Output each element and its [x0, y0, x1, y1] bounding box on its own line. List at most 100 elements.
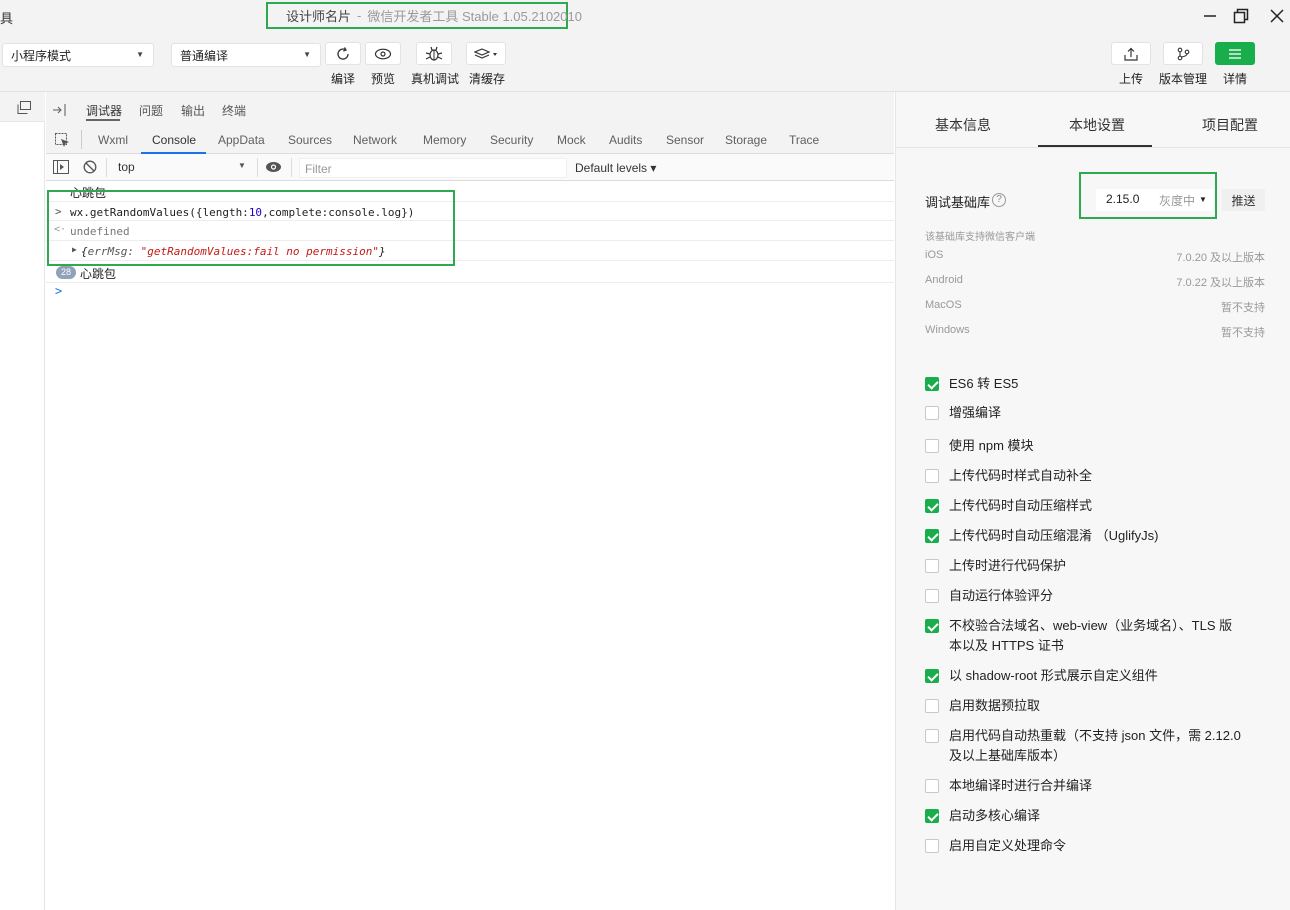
mode-select-value: 小程序模式 — [11, 48, 72, 63]
window-title: 设计师名片 - 微信开发者工具 Stable 1.05.2102010 — [266, 2, 582, 29]
tab-project-config[interactable]: 项目配置 — [1202, 115, 1258, 135]
layers-icon — [474, 47, 497, 59]
checkbox[interactable] — [925, 669, 939, 683]
app-title: 微信开发者工具 Stable 1.05.2102010 — [367, 9, 582, 24]
chevron-down-icon: ▼ — [303, 50, 311, 59]
preview-label: 预览 — [370, 72, 395, 86]
console-caret[interactable]: > — [55, 284, 62, 298]
push-button[interactable]: 推送 — [1222, 189, 1265, 211]
toolbar-divider — [291, 158, 292, 177]
support-row: MacOS 暂不支持 — [925, 299, 1265, 314]
checkbox[interactable] — [925, 699, 939, 713]
toolbar-divider — [81, 130, 82, 149]
preview-button[interactable] — [365, 42, 401, 65]
menu-icon — [1229, 48, 1241, 59]
support-row: Android 7.0.22 及以上版本 — [925, 274, 1265, 289]
checkbox[interactable] — [925, 406, 939, 420]
compile-select[interactable]: 普通编译 ▼ — [171, 43, 321, 67]
checkbox[interactable] — [925, 469, 939, 483]
version-manage-label: 版本管理 — [1158, 72, 1207, 86]
checkbox[interactable] — [925, 439, 939, 453]
support-title: 该基础库支持微信客户端 — [925, 232, 1035, 243]
tab-sensor[interactable]: Sensor — [666, 133, 704, 147]
inspect-element-icon[interactable] — [55, 133, 70, 153]
tab-appdata[interactable]: AppData — [218, 133, 265, 147]
upload-label: 上传 — [1118, 72, 1143, 86]
tab-debugger-underline — [86, 119, 120, 121]
highlight-box — [1079, 172, 1217, 219]
tab-sources[interactable]: Sources — [288, 133, 332, 147]
tab-storage[interactable]: Storage — [725, 133, 767, 147]
tab-issues[interactable]: 问题 — [139, 102, 163, 119]
details-button[interactable] — [1215, 42, 1255, 65]
tab-console[interactable]: Console — [152, 133, 196, 147]
tab-mock[interactable]: Mock — [557, 133, 586, 147]
title-bar — [0, 0, 1290, 34]
checkbox[interactable] — [925, 589, 939, 603]
left-strip — [0, 92, 45, 910]
compile-label: 编译 — [330, 72, 355, 86]
upload-button[interactable] — [1111, 42, 1151, 65]
support-row: Windows 暂不支持 — [925, 324, 1265, 339]
checkbox[interactable] — [925, 619, 939, 633]
eye-icon — [374, 48, 392, 59]
compile-button[interactable] — [325, 42, 361, 65]
tab-local-settings[interactable]: 本地设置 — [1069, 115, 1125, 135]
live-expression-icon[interactable] — [265, 159, 281, 175]
tab-output[interactable]: 输出 — [181, 102, 205, 119]
tab-audits[interactable]: Audits — [609, 133, 642, 147]
checkbox[interactable] — [925, 559, 939, 573]
tab-network[interactable]: Network — [353, 133, 397, 147]
upload-icon — [1124, 47, 1138, 61]
support-row: iOS 7.0.20 及以上版本 — [925, 249, 1265, 264]
tab-debugger[interactable]: 调试器 — [86, 102, 122, 119]
chevron-down-icon: ▼ — [238, 161, 246, 170]
sidebar-toggle-icon[interactable] — [53, 159, 69, 175]
tab-divider — [896, 147, 1290, 148]
active-tab-underline — [1038, 145, 1152, 147]
minimize-button[interactable] — [1197, 4, 1223, 28]
log-levels-select[interactable]: Default levels ▾ — [575, 161, 656, 175]
branch-icon — [1177, 47, 1190, 60]
checkbox[interactable] — [925, 529, 939, 543]
checkbox[interactable] — [925, 779, 939, 793]
clear-console-icon[interactable] — [82, 159, 98, 175]
details-label: 详情 — [1222, 72, 1247, 86]
checkbox[interactable] — [925, 809, 939, 823]
context-select[interactable]: top — [111, 158, 255, 177]
toolbar-divider — [106, 158, 107, 177]
restore-button[interactable] — [1228, 4, 1254, 28]
tab-wxml[interactable]: Wxml — [98, 133, 128, 147]
tab-memory[interactable]: Memory — [423, 133, 466, 147]
window-mode-icon[interactable] — [17, 101, 31, 119]
base-lib-label: 调试基础库 — [925, 195, 991, 210]
restore-icon — [1233, 8, 1249, 24]
checkbox[interactable] — [925, 839, 939, 853]
mode-select[interactable]: 小程序模式 ▼ — [2, 43, 154, 67]
clear-cache-button[interactable] — [466, 42, 506, 65]
checkbox[interactable] — [925, 377, 939, 391]
tab-basic-info[interactable]: 基本信息 — [935, 115, 991, 135]
checkbox[interactable] — [925, 499, 939, 513]
clear-cache-label: 清缓存 — [468, 72, 505, 86]
dock-icon[interactable] — [53, 103, 67, 121]
bug-icon — [425, 46, 443, 61]
highlight-box — [47, 190, 455, 266]
filter-input[interactable]: Filter — [299, 158, 567, 178]
help-icon[interactable]: ? — [992, 193, 1006, 207]
close-icon — [1270, 9, 1284, 23]
chevron-down-icon: ▼ — [136, 50, 144, 59]
devtools-tab-bar — [46, 92, 894, 125]
version-manage-button[interactable] — [1163, 42, 1203, 65]
tab-trace[interactable]: Trace — [789, 133, 819, 147]
compile-select-value: 普通编译 — [180, 48, 229, 63]
tab-terminal[interactable]: 终端 — [222, 102, 246, 119]
repeat-count-badge: 28 — [56, 266, 76, 279]
checkbox[interactable] — [925, 729, 939, 743]
refresh-icon — [337, 46, 349, 60]
project-name: 设计师名片 — [286, 9, 352, 24]
tab-security[interactable]: Security — [490, 133, 533, 147]
close-button[interactable] — [1264, 4, 1290, 28]
remote-debug-button[interactable] — [416, 42, 452, 65]
heartbeat-text: 心跳包 — [80, 267, 117, 281]
